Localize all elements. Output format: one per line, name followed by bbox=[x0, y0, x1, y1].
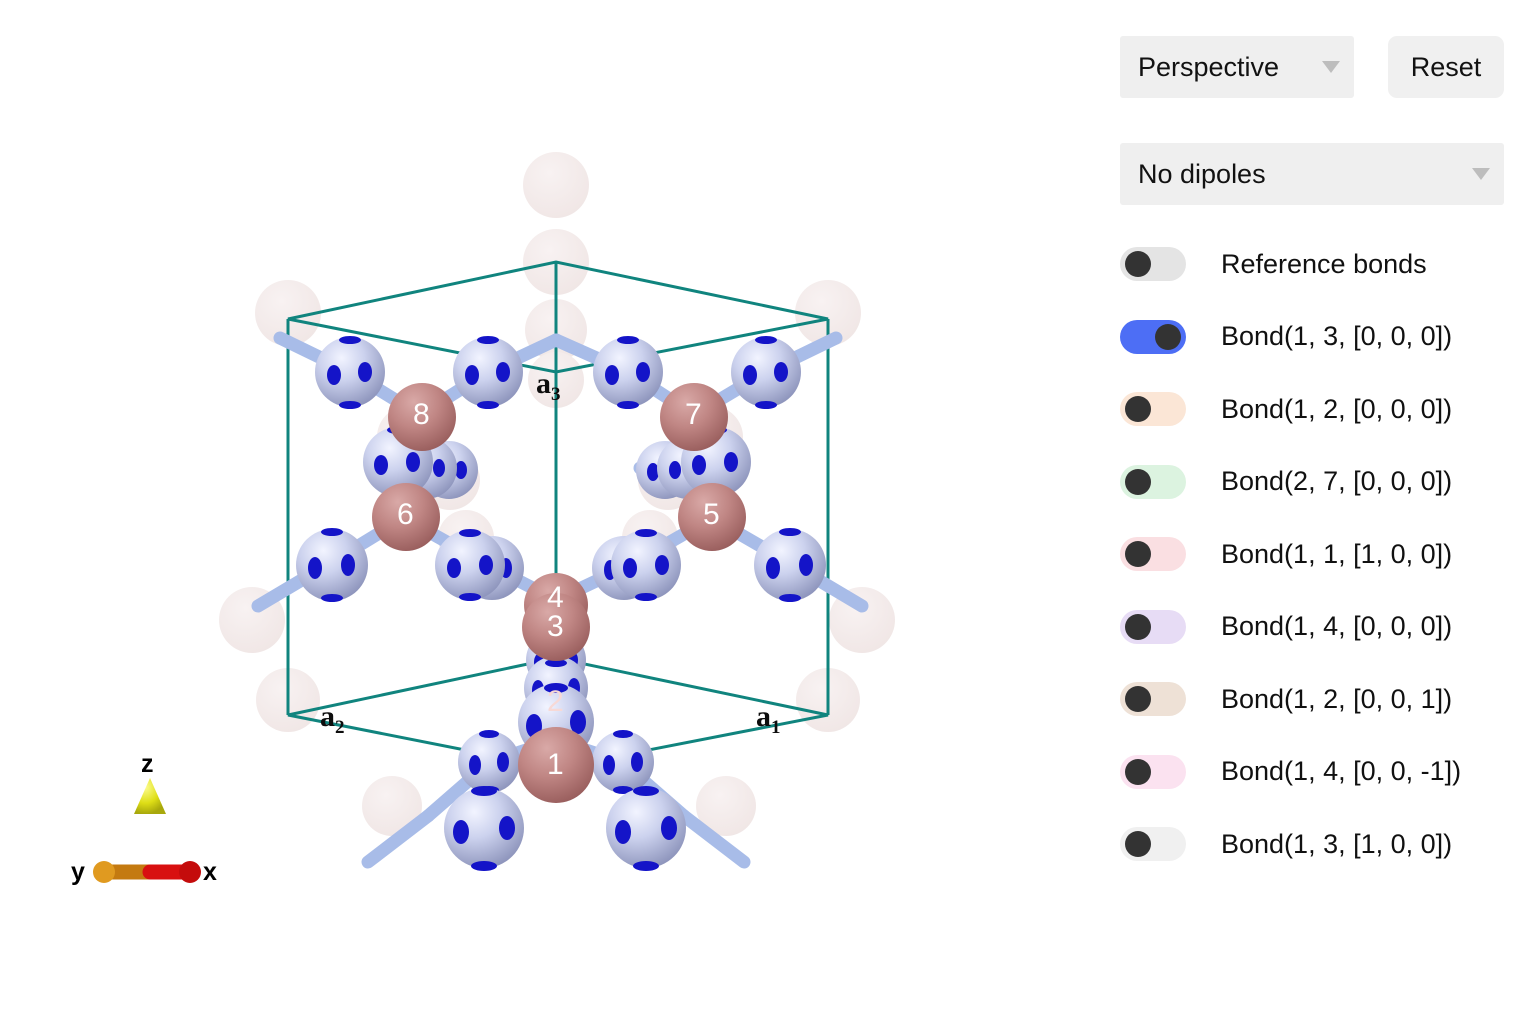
toggle-knob-icon bbox=[1125, 686, 1151, 713]
legend-row-0[interactable]: Reference bonds bbox=[1120, 228, 1536, 301]
legend-row-5[interactable]: Bond(1, 4, [0, 0, 0]) bbox=[1120, 591, 1536, 664]
bond-toggle-3[interactable] bbox=[1120, 464, 1186, 499]
toggle-knob-icon bbox=[1125, 758, 1151, 785]
axis-label-x: x bbox=[203, 858, 217, 886]
legend-row-1[interactable]: Bond(1, 3, [0, 0, 0]) bbox=[1120, 301, 1536, 374]
legend-label-4: Bond(1, 1, [1, 0, 0]) bbox=[1221, 538, 1453, 569]
axis-label-z: z bbox=[141, 750, 154, 778]
toggle-knob-icon bbox=[1125, 613, 1151, 640]
legend-label-6: Bond(1, 2, [0, 0, 1]) bbox=[1221, 683, 1453, 714]
legend-label-0: Reference bonds bbox=[1221, 248, 1427, 279]
bond-toggle-7[interactable] bbox=[1120, 754, 1186, 789]
legend-label-7: Bond(1, 4, [0, 0, -1]) bbox=[1221, 756, 1462, 787]
legend-label-3: Bond(2, 7, [0, 0, 0]) bbox=[1221, 466, 1453, 497]
legend-row-2[interactable]: Bond(1, 2, [0, 0, 0]) bbox=[1120, 373, 1536, 446]
toggle-knob-icon bbox=[1125, 396, 1151, 423]
bond-legend-list: Reference bonds Bond(1, 3, [0, 0, 0]) Bond… bbox=[1120, 228, 1536, 881]
dipole-mode-value: No dipoles bbox=[1138, 158, 1266, 189]
axis-label-y: y bbox=[71, 858, 85, 886]
chevron-down-icon bbox=[1472, 168, 1490, 180]
structure-canvas[interactable] bbox=[0, 0, 1100, 1024]
reset-button[interactable]: Reset bbox=[1388, 36, 1504, 98]
legend-label-2: Bond(1, 2, [0, 0, 0]) bbox=[1221, 393, 1453, 424]
toggle-knob-icon bbox=[1125, 541, 1151, 568]
legend-label-8: Bond(1, 3, [1, 0, 0]) bbox=[1221, 828, 1453, 859]
legend-row-3[interactable]: Bond(2, 7, [0, 0, 0]) bbox=[1120, 446, 1536, 519]
bond-toggle-5[interactable] bbox=[1120, 609, 1186, 644]
toggle-knob-icon bbox=[1125, 251, 1151, 278]
bond-toggle-8[interactable] bbox=[1120, 827, 1186, 862]
projection-mode-dropdown[interactable]: Perspective bbox=[1120, 36, 1354, 98]
cell-vector-a3: a3 bbox=[536, 367, 561, 405]
axis-triad bbox=[93, 778, 201, 883]
structure-viewport[interactable]: a3 a2 a1 z y x 1 2 3 4 5 6 7 8 bbox=[0, 0, 1100, 1024]
bond-toggle-4[interactable] bbox=[1120, 537, 1186, 572]
cell-vector-a1: a1 bbox=[756, 700, 781, 738]
bond-toggle-6[interactable] bbox=[1120, 682, 1186, 717]
legend-row-7[interactable]: Bond(1, 4, [0, 0, -1]) bbox=[1120, 736, 1536, 809]
bond-toggle-2[interactable] bbox=[1120, 392, 1186, 427]
legend-row-8[interactable]: Bond(1, 3, [1, 0, 0]) bbox=[1120, 808, 1536, 881]
toggle-knob-icon bbox=[1125, 468, 1151, 495]
chevron-down-icon bbox=[1322, 61, 1340, 73]
legend-label-1: Bond(1, 3, [0, 0, 0]) bbox=[1221, 321, 1453, 352]
toggle-knob-icon bbox=[1155, 323, 1181, 350]
toggle-knob-icon bbox=[1125, 831, 1151, 858]
bond-toggle-1[interactable] bbox=[1120, 319, 1186, 354]
dipole-mode-dropdown[interactable]: No dipoles bbox=[1120, 143, 1504, 205]
magnetic-atoms bbox=[372, 383, 746, 803]
legend-row-6[interactable]: Bond(1, 2, [0, 0, 1]) bbox=[1120, 663, 1536, 736]
controls-panel: Perspective Reset No dipoles Reference b… bbox=[1100, 0, 1536, 1024]
cell-vector-a2: a2 bbox=[320, 700, 345, 738]
crystal-structure-viewer: a3 a2 a1 z y x 1 2 3 4 5 6 7 8 Perspecti… bbox=[0, 0, 1536, 1024]
bond-toggle-0[interactable] bbox=[1120, 247, 1186, 282]
legend-row-4[interactable]: Bond(1, 1, [1, 0, 0]) bbox=[1120, 518, 1536, 591]
legend-label-5: Bond(1, 4, [0, 0, 0]) bbox=[1221, 611, 1453, 642]
projection-mode-value: Perspective bbox=[1138, 51, 1280, 82]
